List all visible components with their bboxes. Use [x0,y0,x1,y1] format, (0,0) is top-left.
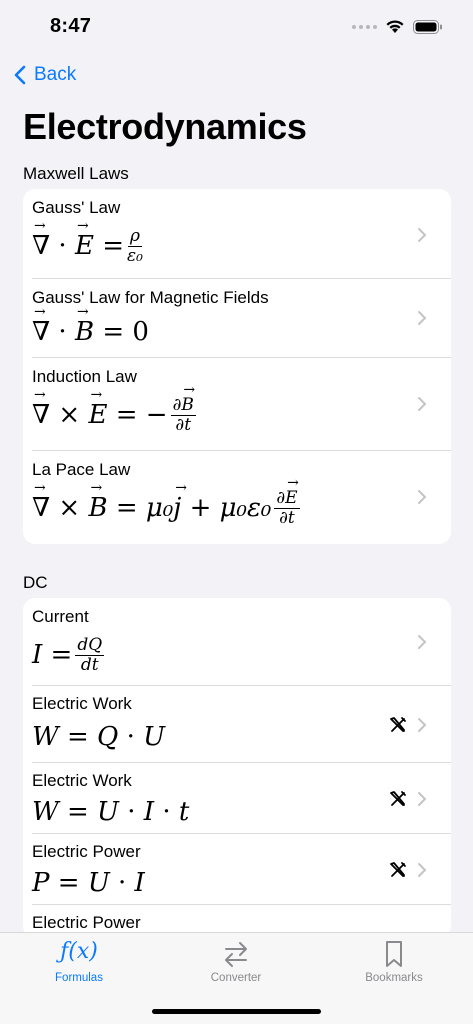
list-item[interactable]: Induction Law ∇ × E = − ∂B∂t [32,358,451,451]
chevron-right-icon [418,718,427,732]
chevron-left-icon [14,65,26,85]
formula-gauss-magnetic: ∇ · B = 0 [32,304,149,347]
formula-title: Gauss' Law for Magnetic Fields [32,288,269,307]
list-item[interactable]: Electric Work W = Q · U [32,686,451,763]
formula-title: Electric Power [32,913,141,932]
formula-electric-power: P = U · I [32,868,145,898]
chevron-right-icon [418,635,427,649]
wifi-icon [386,20,404,33]
bookmark-icon [386,941,402,967]
formula-lapace: ∇ × B = μ₀j + μ₀ε₀ ∂E∂t [32,476,303,527]
list-item[interactable]: La Pace Law ∇ × B = μ₀j + μ₀ε₀ ∂E∂t [32,451,451,544]
list-item[interactable]: Electric Power P = U · I [32,834,451,905]
formula-electric-work-uit: W = U · I · t [32,797,190,827]
dc-card: Current I = dQ dt Electric Work W = Q · U… [23,598,451,938]
formula-gauss: ∇ · E = ρε₀ [32,218,146,265]
tab-label: Bookmarks [365,972,423,984]
list-item[interactable]: Current I = dQ dt [32,598,451,686]
back-button[interactable]: Back [14,64,76,86]
page-title: Electrodynamics [23,106,307,147]
home-indicator [152,1009,321,1014]
function-icon: ƒ(x) [60,939,98,964]
list-item[interactable]: Gauss' Law ∇ · E = ρε₀ [32,189,451,279]
formula-title: Induction Law [32,367,137,386]
section-header-maxwell: Maxwell Laws [23,164,129,183]
section-header-dc: DC [23,573,48,592]
formula-title: Gauss' Law [32,198,121,217]
list-item[interactable]: Gauss' Law for Magnetic Fields ∇ · B = 0 [32,279,451,358]
chevron-right-icon [418,792,427,806]
formula-title: Current [32,607,89,626]
formula-title: Electric Work [32,771,132,790]
tab-label: Formulas [55,972,103,984]
chevron-right-icon [418,311,427,325]
tab-label: Converter [210,972,262,984]
list-item[interactable]: Electric Work W = U · I · t [32,763,451,834]
status-time: 8:47 [50,15,92,37]
chevron-right-icon [418,863,427,877]
maxwell-laws-card: Gauss' Law ∇ · E = ρε₀ Gauss' Law for Ma… [23,189,451,544]
chevron-right-icon [418,397,427,411]
formula-title: Electric Work [32,694,132,713]
tools-icon[interactable] [389,716,407,734]
chevron-right-icon [418,228,427,242]
formula-title: Electric Power [32,842,141,861]
arrows-icon [225,942,247,967]
tools-icon[interactable] [389,861,407,879]
cellular-signal-icon [352,24,377,29]
tools-icon[interactable] [389,790,407,808]
formula-electric-work-q: W = Q · U [32,722,166,752]
status-icons [352,19,443,34]
formula-current: I = dQ dt [32,635,105,675]
status-bar: 8:47 [0,0,473,54]
battery-icon [413,19,442,34]
formula-title: La Pace Law [32,460,131,479]
chevron-right-icon [418,490,427,504]
formula-induction: ∇ × E = − ∂B∂t [32,383,199,434]
back-label: Back [34,64,77,85]
